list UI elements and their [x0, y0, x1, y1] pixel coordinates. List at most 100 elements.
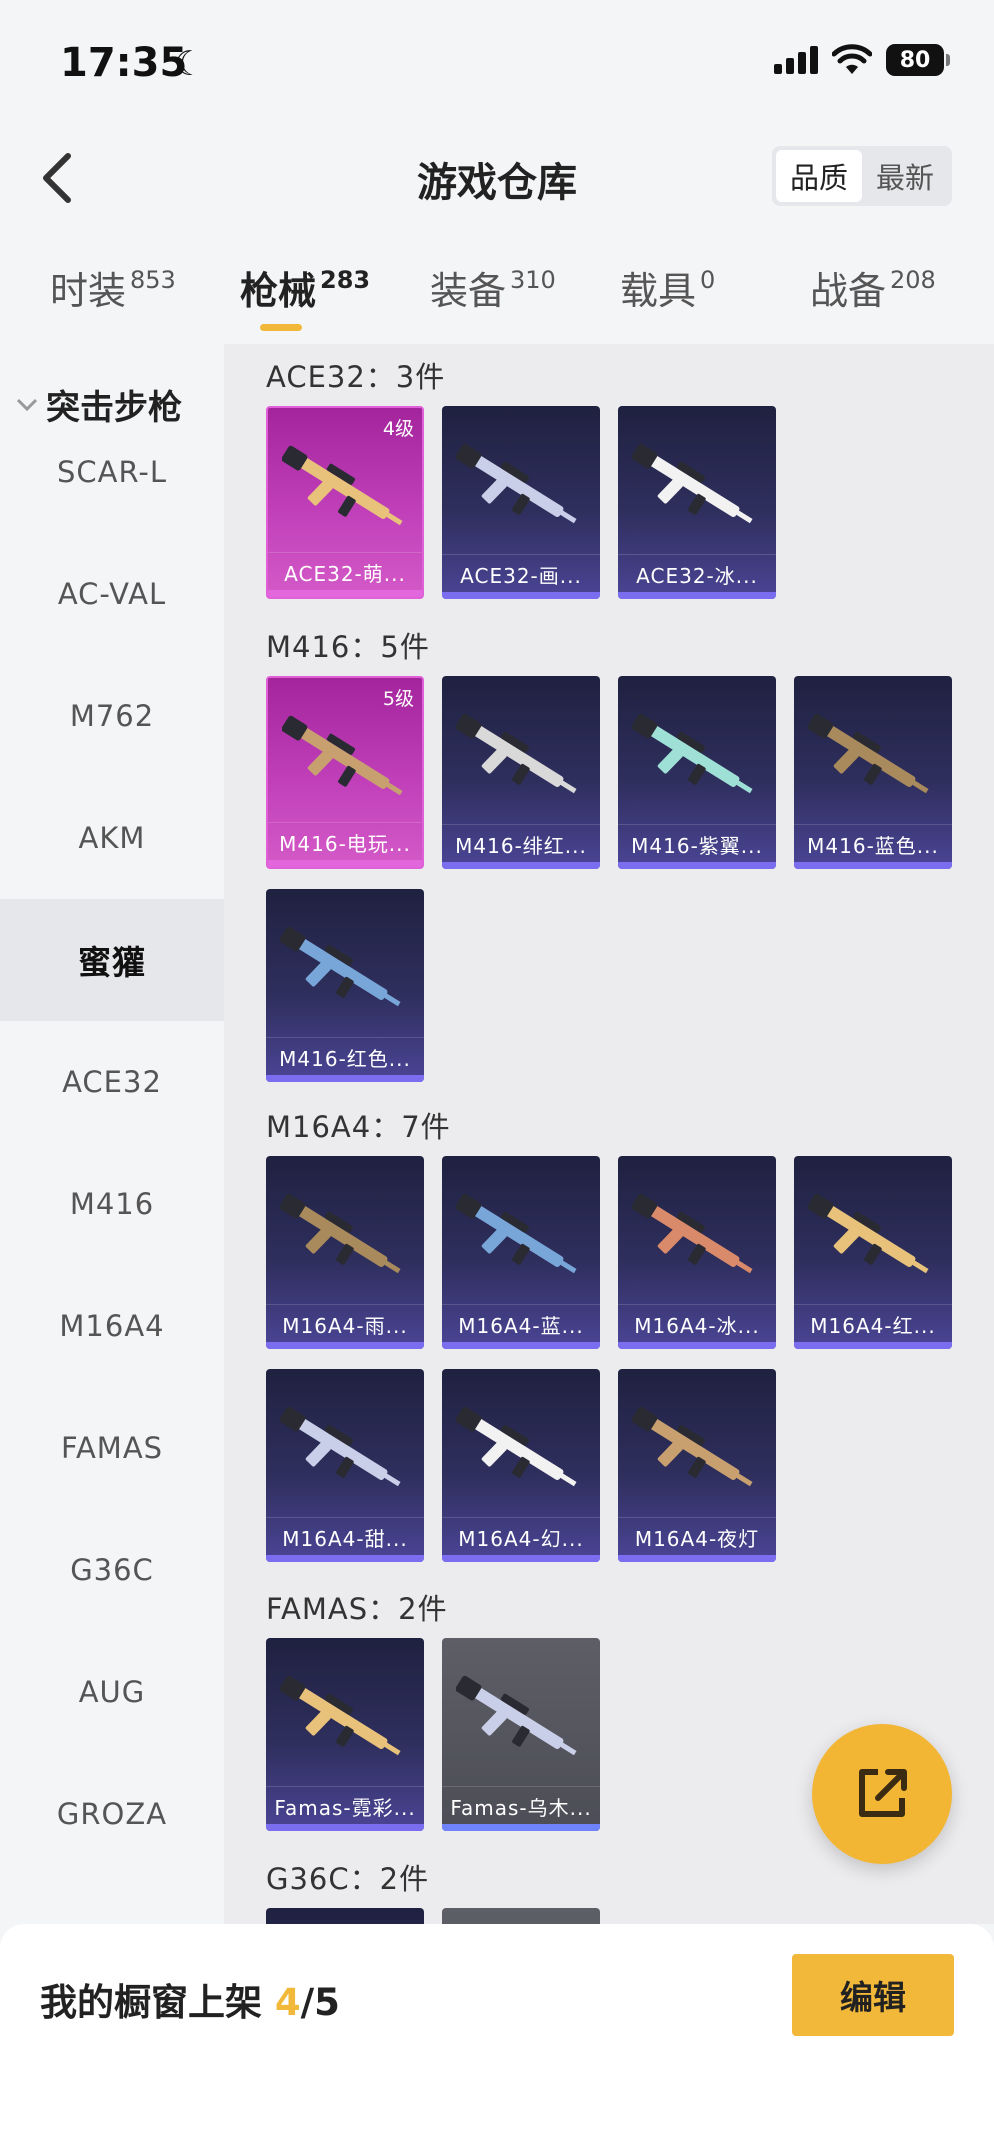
- weapon-card[interactable]: M16A4-雨...: [266, 1156, 424, 1349]
- weapon-card[interactable]: M16A4-蓝...: [442, 1156, 600, 1349]
- sidebar-item[interactable]: FAMAS: [0, 1387, 224, 1509]
- weapon-card[interactable]: M16A4-红...: [794, 1156, 952, 1349]
- section-title: FAMAS：2件: [266, 1592, 448, 1626]
- rifle-icon: [632, 443, 753, 524]
- weapon-card[interactable]: M16A4-甜...: [266, 1369, 424, 1562]
- sidebar-item[interactable]: AKM: [0, 777, 224, 899]
- tab-guns[interactable]: 枪械 283: [240, 260, 370, 315]
- rarity-bar: [266, 1824, 424, 1831]
- card-divider: [618, 1517, 776, 1518]
- sidebar-item[interactable]: AC-VAL: [0, 533, 224, 655]
- weapon-name: M16A4-幻...: [458, 1527, 584, 1551]
- sidebar-item[interactable]: M416: [0, 1143, 224, 1265]
- tab-supplies[interactable]: 战备 208: [810, 260, 936, 315]
- tab-vehicles[interactable]: 载具 0: [620, 260, 715, 315]
- card-divider: [442, 1517, 600, 1518]
- card-divider: [266, 1304, 424, 1305]
- card-divider: [442, 1786, 600, 1787]
- rarity-bar: [442, 1342, 600, 1349]
- active-tab-indicator: [260, 324, 302, 331]
- rifle-icon: [632, 1193, 753, 1274]
- rifle-icon: [280, 1406, 401, 1487]
- weapon-card[interactable]: M416-紫翼...: [618, 676, 776, 869]
- weapon-card[interactable]: M416-蓝色...: [794, 676, 952, 869]
- weapon-name: M16A4-夜灯: [634, 1527, 760, 1551]
- card-divider: [794, 1304, 952, 1305]
- weapon-card[interactable]: ACE32-画...: [442, 406, 600, 599]
- weapon-card[interactable]: M16A4-冰...: [618, 1156, 776, 1349]
- weapon-sidebar: 突击步枪 SCAR-L AC-VAL M762 AKM 蜜獾 ACE32 M416 M16A4…: [0, 344, 224, 1924]
- section-title: M16A4：7件: [266, 1110, 451, 1144]
- weapon-name: M416-蓝色...: [807, 834, 939, 858]
- card-divider: [266, 1786, 424, 1787]
- sidebar-item[interactable]: 蜜獾: [0, 899, 224, 1021]
- weapon-name: ACE32-画...: [460, 564, 582, 588]
- sidebar-item[interactable]: ACE32: [0, 1021, 224, 1143]
- rarity-bar: [268, 860, 422, 867]
- moon-icon: ☾: [174, 44, 205, 84]
- tab-equipment[interactable]: 装备 310: [430, 260, 556, 315]
- section-title: G36C：2件: [266, 1862, 430, 1896]
- weapon-name: M16A4-蓝...: [458, 1314, 584, 1338]
- weapon-card[interactable]: [266, 1908, 424, 1924]
- sidebar-item[interactable]: M762: [0, 655, 224, 777]
- section-title: ACE32：3件: [266, 360, 446, 394]
- sidebar-item[interactable]: G36C: [0, 1509, 224, 1631]
- card-divider: [442, 1304, 600, 1305]
- card-divider: [618, 824, 776, 825]
- weapon-card[interactable]: M16A4-幻...: [442, 1369, 600, 1562]
- sidebar-item[interactable]: AUG: [0, 1631, 224, 1753]
- rifle-icon: [280, 1193, 401, 1274]
- rifle-icon: [632, 713, 753, 794]
- battery-icon: 80: [886, 44, 950, 76]
- rarity-bar: [618, 862, 776, 869]
- chevron-down-icon: [16, 398, 38, 411]
- weapon-list[interactable]: ACE32：3件 4级 ACE32-萌... ACE32-画... ACE32-冰...…: [224, 344, 994, 1924]
- share-icon: [859, 1769, 907, 1817]
- card-divider: [618, 1304, 776, 1305]
- weapon-card[interactable]: M416-绯红...: [442, 676, 600, 869]
- rifle-icon: [456, 1193, 577, 1274]
- weapon-card[interactable]: ACE32-冰...: [618, 406, 776, 599]
- card-divider: [618, 554, 776, 555]
- weapon-name: M16A4-冰...: [634, 1314, 760, 1338]
- share-button[interactable]: [812, 1724, 952, 1864]
- weapon-card[interactable]: 4级 ACE32-萌...: [266, 406, 424, 599]
- sort-newest-button[interactable]: 最新: [862, 150, 948, 202]
- sort-quality-button[interactable]: 品质: [776, 150, 862, 202]
- card-divider: [268, 822, 422, 823]
- rarity-bar: [618, 1342, 776, 1349]
- weapon-card[interactable]: M16A4-夜灯: [618, 1369, 776, 1562]
- weapon-card[interactable]: Famas-乌木...: [442, 1638, 600, 1831]
- wifi-icon: [832, 44, 872, 74]
- sidebar-item[interactable]: M16A4: [0, 1265, 224, 1387]
- tab-fashion[interactable]: 时装 853: [50, 260, 176, 315]
- weapon-name: M16A4-红...: [810, 1314, 936, 1338]
- rifle-icon: [632, 1406, 753, 1487]
- weapon-name: Famas-乌木...: [450, 1796, 592, 1820]
- category-tabs: 时装 853 枪械 283 装备 310 载具 0 战备 208: [0, 260, 994, 340]
- card-divider: [266, 1517, 424, 1518]
- sidebar-item[interactable]: SCAR-L: [0, 411, 224, 533]
- rifle-icon: [456, 443, 577, 524]
- weapon-card[interactable]: 5级 M416-电玩...: [266, 676, 424, 869]
- section-title: M416：5件: [266, 630, 430, 664]
- weapon-card[interactable]: [442, 1908, 600, 1924]
- weapon-name: M416-电玩...: [279, 832, 411, 856]
- sort-toggle[interactable]: 品质 最新: [772, 146, 952, 206]
- rarity-bar: [266, 1075, 424, 1082]
- weapon-name: ACE32-冰...: [636, 564, 758, 588]
- weapon-name: Famas-霓彩...: [274, 1796, 416, 1820]
- edit-button[interactable]: 编辑: [792, 1954, 954, 2036]
- weapon-card[interactable]: M416-红色...: [266, 889, 424, 1082]
- rifle-icon: [280, 1675, 401, 1756]
- weapon-name: M416-绯红...: [455, 834, 587, 858]
- weapon-card[interactable]: Famas-霓彩...: [266, 1638, 424, 1831]
- status-icons: 80: [774, 44, 950, 76]
- weapon-name: M16A4-雨...: [282, 1314, 408, 1338]
- card-divider: [794, 824, 952, 825]
- card-divider: [442, 824, 600, 825]
- rarity-bar: [442, 862, 600, 869]
- sidebar-item[interactable]: GROZA: [0, 1753, 224, 1875]
- rifle-icon: [456, 1675, 577, 1756]
